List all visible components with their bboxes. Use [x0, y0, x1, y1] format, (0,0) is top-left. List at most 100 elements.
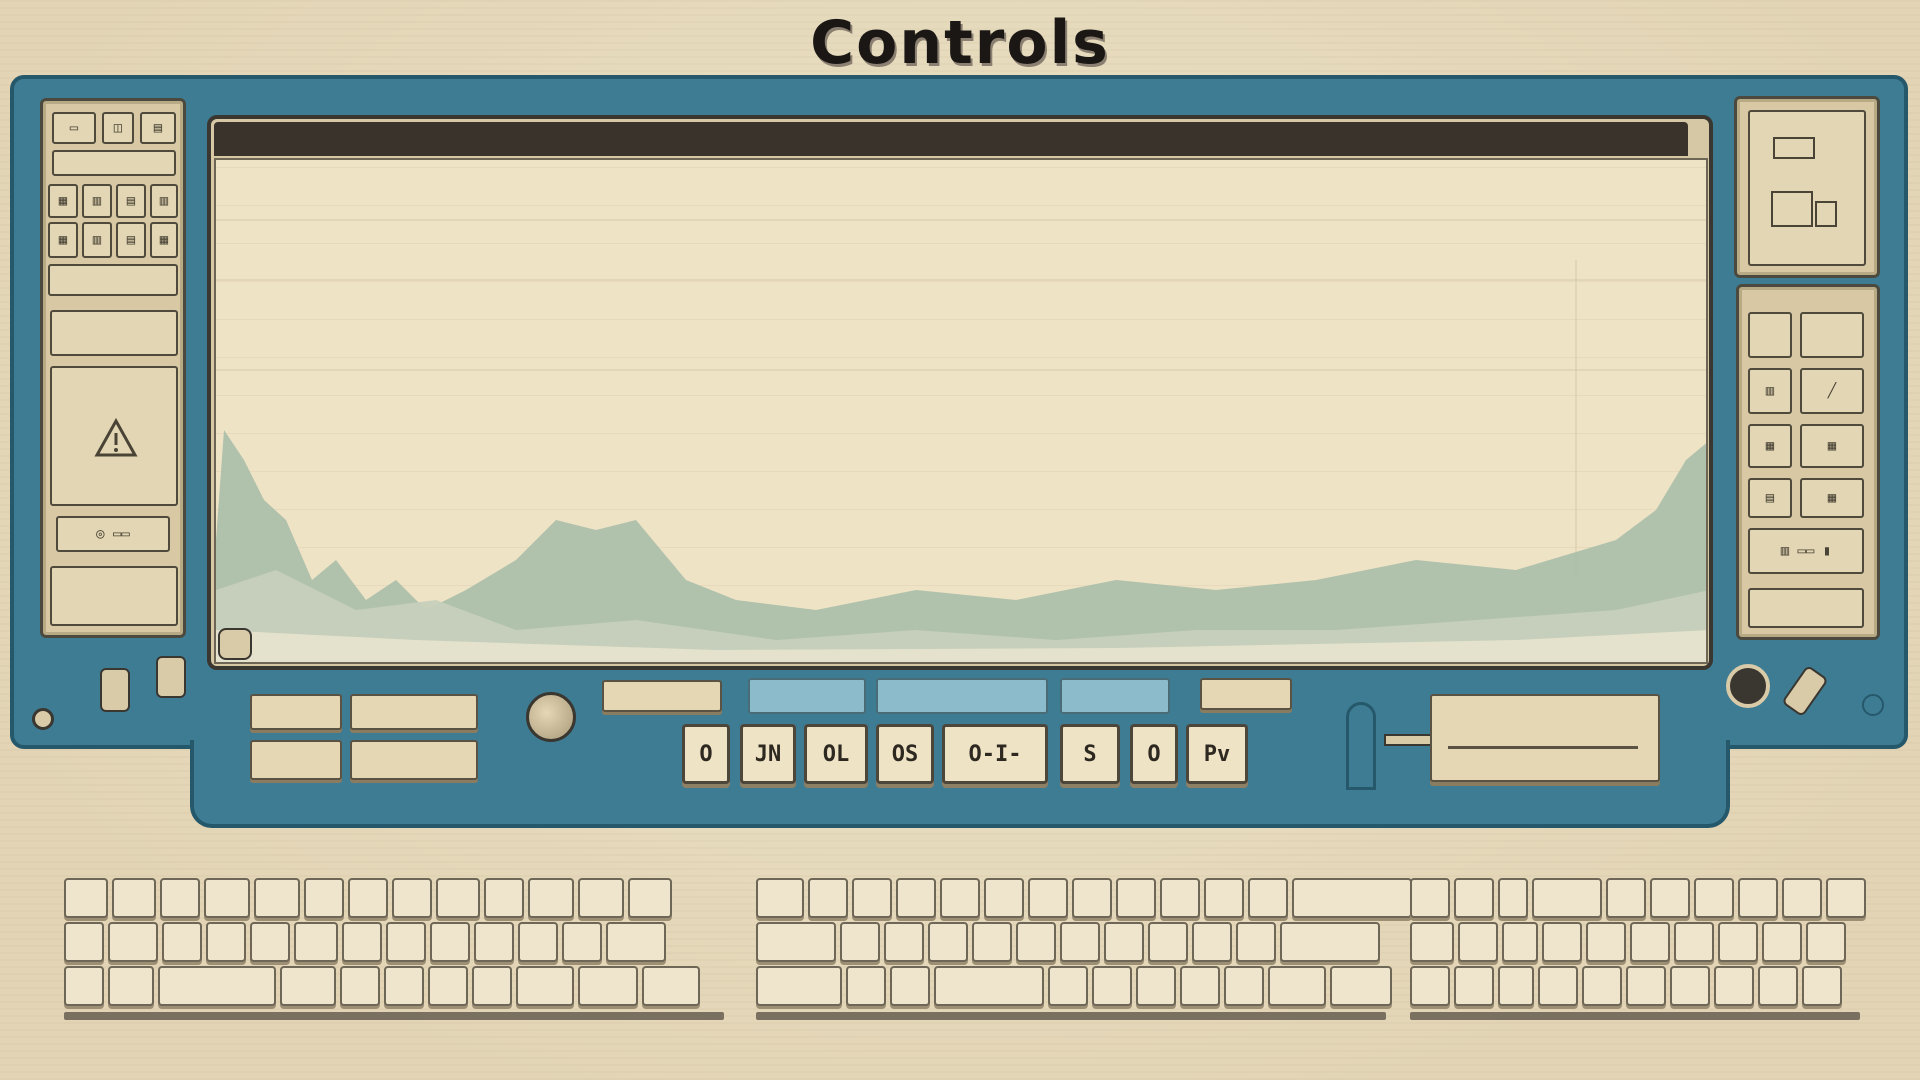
keyboard-key[interactable]: [162, 922, 202, 962]
keyboard-key[interactable]: [1542, 922, 1582, 962]
keyboard-key[interactable]: [340, 966, 380, 1006]
keyboard-key[interactable]: [852, 878, 892, 918]
grid-icon[interactable]: ▤: [1748, 478, 1792, 518]
keyboard-key[interactable]: [108, 922, 158, 962]
keyboard-key[interactable]: [1410, 922, 1454, 962]
grid-icon[interactable]: ▥: [1748, 368, 1792, 414]
keyboard-key[interactable]: [250, 922, 290, 962]
control-button[interactable]: [350, 740, 478, 780]
monitor-icon[interactable]: [1748, 110, 1866, 266]
keyboard-key[interactable]: [1762, 922, 1802, 962]
keyboard-key[interactable]: [984, 878, 1024, 918]
keyboard-key[interactable]: [348, 878, 388, 918]
keyboard-key[interactable]: [1104, 922, 1144, 962]
control-button[interactable]: [350, 694, 478, 730]
grid-icon[interactable]: [1748, 312, 1792, 358]
keyboard-key[interactable]: [756, 966, 842, 1006]
key-button[interactable]: O: [1130, 724, 1178, 784]
key-button[interactable]: Pv: [1186, 724, 1248, 784]
keyboard-key[interactable]: [1826, 878, 1866, 918]
grid-icon[interactable]: ╱: [1800, 368, 1864, 414]
keyboard-key[interactable]: [1802, 966, 1842, 1006]
keyboard-key[interactable]: [158, 966, 276, 1006]
gauge-icon[interactable]: ◎ ▭▭: [56, 516, 170, 552]
keyboard-key[interactable]: [840, 922, 880, 962]
keyboard-key[interactable]: [1092, 966, 1132, 1006]
window-icon[interactable]: ◫: [102, 112, 134, 144]
keyboard-key[interactable]: [1582, 966, 1622, 1006]
grid-icon[interactable]: ▥: [82, 184, 112, 218]
grid-icon[interactable]: ▥: [82, 222, 112, 258]
grid-icon[interactable]: ▥ ▭▭ ▮: [1748, 528, 1864, 574]
keyboard-key[interactable]: [1330, 966, 1392, 1006]
keyboard-key[interactable]: [280, 966, 336, 1006]
keyboard-key[interactable]: [578, 966, 638, 1006]
keyboard-key[interactable]: [1538, 966, 1578, 1006]
keyboard-key[interactable]: [1670, 966, 1710, 1006]
keyboard-key[interactable]: [1292, 878, 1412, 918]
grid-icon[interactable]: ▦: [1748, 424, 1792, 468]
keyboard-key[interactable]: [1532, 878, 1602, 918]
keyboard-key[interactable]: [1586, 922, 1626, 962]
keyboard-key[interactable]: [436, 878, 480, 918]
keyboard-key[interactable]: [1498, 878, 1528, 918]
keyboard-key[interactable]: [428, 966, 468, 1006]
keyboard-key[interactable]: [1160, 878, 1200, 918]
keyboard-key[interactable]: [890, 966, 930, 1006]
keyboard-key[interactable]: [1268, 966, 1326, 1006]
keyboard-key[interactable]: [528, 878, 574, 918]
keyboard-key[interactable]: [1016, 922, 1056, 962]
keyboard-key[interactable]: [756, 878, 804, 918]
keyboard-key[interactable]: [342, 922, 382, 962]
keyboard-key[interactable]: [1626, 966, 1666, 1006]
keyboard-key[interactable]: [1072, 878, 1112, 918]
keyboard-key[interactable]: [884, 922, 924, 962]
keyboard-key[interactable]: [1454, 966, 1494, 1006]
keyboard-key[interactable]: [1248, 878, 1288, 918]
keyboard-key[interactable]: [1694, 878, 1734, 918]
keyboard-key[interactable]: [64, 966, 104, 1006]
keyboard-key[interactable]: [562, 922, 602, 962]
keyboard-key[interactable]: [972, 922, 1012, 962]
keyboard-key[interactable]: [518, 922, 558, 962]
keyboard-key[interactable]: [392, 878, 432, 918]
keyboard-key[interactable]: [1048, 966, 1088, 1006]
keyboard-key[interactable]: [1148, 922, 1188, 962]
keyboard-key[interactable]: [64, 878, 108, 918]
keyboard-key[interactable]: [430, 922, 470, 962]
keyboard-key[interactable]: [896, 878, 936, 918]
keyboard-key[interactable]: [384, 966, 424, 1006]
control-button[interactable]: [1200, 678, 1292, 710]
keyboard-key[interactable]: [206, 922, 246, 962]
keyboard-key[interactable]: [1410, 966, 1450, 1006]
grid-icon[interactable]: ▦: [48, 222, 78, 258]
keyboard-key[interactable]: [1136, 966, 1176, 1006]
keyboard-key[interactable]: [606, 922, 666, 962]
keyboard-key[interactable]: [474, 922, 514, 962]
keyboard-key[interactable]: [112, 878, 156, 918]
control-button[interactable]: [250, 694, 342, 730]
grid-icon[interactable]: [1800, 312, 1864, 358]
grid-icon[interactable]: ▥: [150, 184, 178, 218]
keyboard-key[interactable]: [294, 922, 338, 962]
keyboard-key[interactable]: [1236, 922, 1276, 962]
keyboard-key[interactable]: [1180, 966, 1220, 1006]
keyboard-key[interactable]: [1502, 922, 1538, 962]
keyboard-key[interactable]: [934, 966, 1044, 1006]
keyboard-key[interactable]: [484, 878, 524, 918]
keyboard-key[interactable]: [1498, 966, 1534, 1006]
keyboard-key[interactable]: [1674, 922, 1714, 962]
lever-icon[interactable]: [1346, 702, 1376, 790]
keyboard-key[interactable]: [64, 922, 104, 962]
control-button[interactable]: [250, 740, 342, 780]
keyboard-key[interactable]: [386, 922, 426, 962]
keyboard-key[interactable]: [928, 922, 968, 962]
key-button[interactable]: OS: [876, 724, 934, 784]
grid-icon[interactable]: ▦: [1800, 478, 1864, 518]
keyboard-key[interactable]: [1714, 966, 1754, 1006]
keyboard-key[interactable]: [756, 922, 836, 962]
keyboard-key[interactable]: [1204, 878, 1244, 918]
keyboard-key[interactable]: [1224, 966, 1264, 1006]
key-button[interactable]: JN: [740, 724, 796, 784]
keyboard-key[interactable]: [1758, 966, 1798, 1006]
